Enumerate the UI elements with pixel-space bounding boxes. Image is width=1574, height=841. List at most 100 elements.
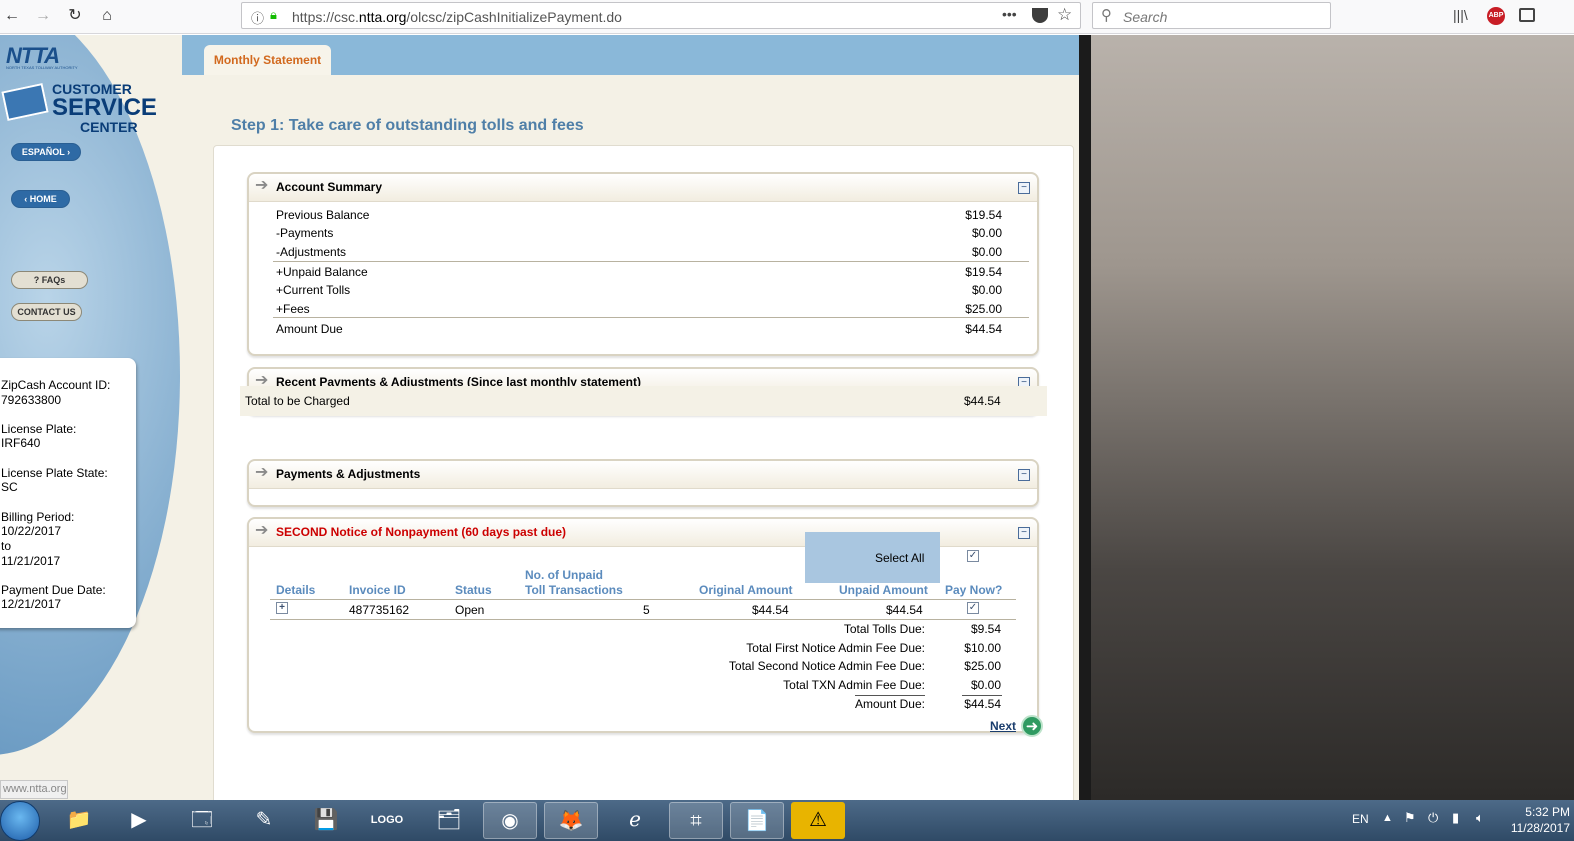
- url-text: https://csc.ntta.org/olcsc/zipCashInitia…: [292, 9, 622, 25]
- pocket-icon[interactable]: [1032, 8, 1048, 23]
- save-icon[interactable]: 💾: [299, 802, 353, 839]
- billing-period-to-word: to: [1, 539, 12, 553]
- divider: [270, 619, 1016, 620]
- summary-row-amount-due: Amount Due $44.54: [276, 322, 1002, 336]
- firefox-icon[interactable]: 🦊: [544, 802, 598, 839]
- page-title: Step 1: Take care of outstanding tolls a…: [231, 117, 584, 134]
- power-icon[interactable]: ⏻: [1428, 810, 1438, 826]
- reload-icon[interactable]: ↻: [64, 5, 86, 27]
- tab-monthly-statement[interactable]: Monthly Statement: [204, 45, 331, 75]
- collapse-icon[interactable]: −: [1018, 469, 1030, 481]
- payment-due-label: Payment Due Date:: [1, 583, 106, 597]
- adblock-icon[interactable]: ABP: [1487, 7, 1505, 25]
- bookmark-star-icon[interactable]: ☆: [1057, 5, 1072, 25]
- faqs-button[interactable]: ? FAQs: [11, 271, 88, 289]
- app-icon[interactable]: 🗂: [422, 802, 476, 839]
- second-notice-fee-label: Total Second Notice Admin Fee Due:: [728, 659, 925, 673]
- total-charged-label: Total to be Charged: [245, 394, 350, 408]
- arrow-right-icon: ➔: [255, 522, 269, 539]
- search-icon: ⚲: [1101, 7, 1112, 24]
- more-icon[interactable]: •••: [1002, 6, 1017, 22]
- col-original-amount: Original Amount: [699, 583, 793, 597]
- collapse-icon[interactable]: −: [1018, 182, 1030, 194]
- divider: [962, 695, 1002, 696]
- chrome-icon[interactable]: ◉: [483, 802, 537, 839]
- select-all-checkbox[interactable]: ✓: [967, 550, 979, 562]
- collapse-icon[interactable]: −: [1018, 527, 1030, 539]
- plate-value: IRF640: [1, 436, 41, 450]
- account-id-label: ZipCash Account ID:: [1, 378, 111, 392]
- billing-period-from: 10/22/2017: [1, 524, 62, 538]
- payments-adjustments-header[interactable]: ➔ Payments & Adjustments −: [249, 461, 1037, 489]
- divider: [273, 261, 1029, 262]
- summary-row: +Unpaid Balance $19.54: [276, 265, 1002, 279]
- clock[interactable]: 5:32 PM 11/28/2017: [1500, 804, 1570, 836]
- home-icon[interactable]: ⌂: [96, 5, 118, 27]
- first-notice-fee-label: Total First Notice Admin Fee Due:: [746, 641, 925, 655]
- unpaid-amount: $44.54: [886, 603, 923, 617]
- internet-explorer-icon[interactable]: ℯ: [608, 802, 662, 839]
- csc-logo: CUSTOMER SERVICE CENTER: [52, 81, 157, 135]
- arrow-right-icon: ➔: [255, 464, 269, 481]
- summary-row: Previous Balance $19.54: [276, 208, 1002, 222]
- library-icon[interactable]: |||\: [1453, 7, 1468, 23]
- plate-label: License Plate:: [1, 422, 77, 436]
- divider: [273, 317, 1029, 318]
- notepad-icon[interactable]: 📄: [730, 802, 784, 839]
- start-button[interactable]: [0, 801, 40, 841]
- home-button[interactable]: ‹ HOME: [11, 190, 70, 208]
- col-invoice-id: Invoice ID: [349, 583, 406, 597]
- divider: [855, 695, 925, 696]
- account-summary-header[interactable]: ➔ Account Summary −: [249, 174, 1037, 202]
- divider: [270, 599, 1016, 600]
- total-charged-row: Total to be Charged $44.54: [240, 386, 1047, 416]
- original-amount: $44.54: [752, 603, 789, 617]
- app-icon[interactable]: ⌗: [669, 802, 723, 839]
- total-tolls-label: Total Tolls Due:: [843, 622, 925, 636]
- pay-now-checkbox[interactable]: ✓: [967, 602, 979, 614]
- billing-period-to: 11/21/2017: [1, 554, 61, 568]
- volume-icon[interactable]: 🔈︎: [1476, 810, 1484, 826]
- language-indicator[interactable]: EN: [1352, 812, 1369, 826]
- forward-icon[interactable]: →: [32, 5, 54, 27]
- total-charged-value: $44.54: [964, 394, 1001, 408]
- col-unpaid-tx-line2: Toll Transactions: [525, 583, 623, 597]
- next-link[interactable]: Next: [990, 719, 1016, 733]
- unpaid-tx-count: 5: [643, 603, 650, 617]
- back-icon[interactable]: ←: [1, 5, 23, 27]
- media-player-icon[interactable]: ▶: [112, 802, 166, 839]
- arrow-right-icon: ➔: [255, 177, 269, 194]
- address-bar[interactable]: ⓘ 🔒︎ https://csc.ntta.org/olcsc/zipCashI…: [241, 2, 1081, 29]
- search-input[interactable]: ⚲ Search: [1092, 2, 1331, 29]
- contact-us-button[interactable]: CONTACT US: [11, 303, 82, 321]
- espanol-button[interactable]: ESPAÑOL ›: [11, 143, 81, 161]
- file-explorer-icon[interactable]: 📁: [52, 802, 106, 839]
- info-icon[interactable]: ⓘ: [251, 8, 264, 27]
- summary-row: +Current Tolls $0.00: [276, 283, 1002, 297]
- summary-row: -Payments $0.00: [276, 226, 1002, 240]
- invoice-id: 487735162: [349, 603, 410, 617]
- network-icon[interactable]: ▮: [1452, 810, 1459, 826]
- amount-due-label: Amount Due:: [854, 697, 925, 711]
- app-icon[interactable]: ✎: [237, 802, 291, 839]
- flag-icon[interactable]: ⚑: [1404, 810, 1416, 826]
- lock-icon[interactable]: 🔒︎: [270, 7, 277, 23]
- next-arrow-icon[interactable]: ➜: [1021, 715, 1043, 737]
- col-unpaid-amount: Unpaid Amount: [839, 583, 928, 597]
- total-tolls-value: $9.54: [970, 622, 1001, 636]
- second-notice-title: SECOND Notice of Nonpayment (60 days pas…: [276, 525, 567, 539]
- first-notice-fee-value: $10.00: [964, 641, 1001, 655]
- app-icon[interactable]: 🗔: [175, 802, 229, 839]
- payment-due-value: 12/21/2017: [1, 597, 62, 611]
- tray-expand-icon[interactable]: ▲: [1382, 812, 1393, 824]
- sidebar-toggle-icon[interactable]: [1519, 8, 1535, 22]
- col-status: Status: [455, 583, 492, 597]
- expand-details-icon[interactable]: +: [276, 602, 288, 614]
- warning-icon[interactable]: ⚠: [791, 802, 845, 839]
- summary-row: +Fees $25.00: [276, 302, 1002, 316]
- desktop-background: [1079, 35, 1574, 800]
- logo-app-icon[interactable]: LOGO: [360, 802, 414, 839]
- account-summary-title: Account Summary: [276, 180, 383, 194]
- ntta-logo-subtitle: NORTH TEXAS TOLLWAY AUTHORITY: [6, 65, 78, 70]
- browser-toolbar: ← → ↻ ⌂ ⓘ 🔒︎ https://csc.ntta.org/olcsc/…: [0, 0, 1574, 34]
